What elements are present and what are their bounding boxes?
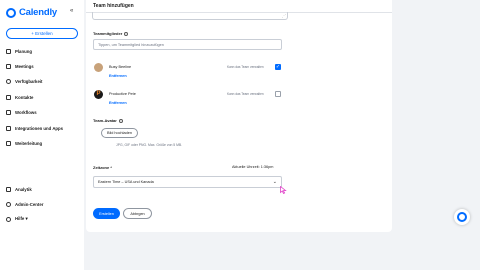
- help-icon: [6, 216, 11, 222]
- remove-member-link[interactable]: Entfernen: [109, 74, 127, 78]
- timezone-select[interactable]: Eastern Time – USA und Kanada ⌄: [93, 176, 282, 188]
- info-icon[interactable]: [118, 118, 123, 123]
- can-manage-checkbox[interactable]: [275, 91, 281, 97]
- create-button[interactable]: + Erstellen: [6, 28, 78, 39]
- sidebar-item-admin-center[interactable]: Admin-Center: [6, 199, 43, 209]
- upload-hint: JPG, GIF oder PNG. Max. Größe von 5 MB.: [116, 143, 183, 147]
- sidebar-item-workflows[interactable]: Workflows: [6, 107, 37, 117]
- sidebar-item-label: Analytik: [15, 186, 32, 192]
- member-name: Productive Pete: [109, 92, 136, 96]
- workflow-icon: [6, 109, 11, 115]
- sidebar-item-kontakte[interactable]: Kontakte: [6, 92, 33, 102]
- members-label-text: Teammitglieder: [93, 31, 123, 36]
- current-time: Aktuelle Uhrzeit: 1:36pm: [232, 165, 274, 169]
- members-search-placeholder: Tippen, um Teammitglied hinzuzufügen: [98, 42, 164, 47]
- member-name: Busy Beeline: [109, 65, 132, 69]
- cancel-button[interactable]: Abbrgen: [123, 208, 152, 219]
- sidebar-item-label: Meetings: [15, 63, 34, 69]
- create-team-button[interactable]: Erstellen: [93, 208, 120, 219]
- members-search-input[interactable]: Tippen, um Teammitglied hinzuzufügen: [93, 39, 282, 50]
- member-row: Busy Beeline Entfernen Kann das Team ver…: [93, 62, 283, 80]
- collapse-sidebar-icon[interactable]: «: [70, 8, 73, 14]
- timezone-label: Zeitzone *: [93, 165, 112, 170]
- admin-icon: [6, 201, 11, 207]
- timezone-value: Eastern Time – USA und Kanada: [98, 180, 154, 184]
- members-label: Teammitglieder: [93, 31, 129, 36]
- routing-icon: [6, 140, 11, 146]
- description-textarea[interactable]: ⋰: [92, 12, 288, 20]
- check-icon: ✓: [275, 63, 281, 70]
- link-icon: [6, 48, 11, 54]
- calendar-icon: [6, 63, 11, 69]
- contacts-icon: [6, 94, 11, 100]
- sidebar-item-weiterleitung[interactable]: Weiterleitung: [6, 138, 42, 148]
- mouse-cursor-icon: [280, 186, 287, 194]
- avatar: P: [94, 90, 103, 99]
- main-area: Team hinzufügen ⋰ Teammitglieder Tippen,…: [86, 0, 480, 270]
- sidebar-item-planung[interactable]: Planung: [6, 46, 32, 56]
- info-icon[interactable]: [124, 31, 129, 36]
- can-manage-label: Kann das Team verwalten: [227, 92, 264, 96]
- upload-image-button[interactable]: Bild hochladen: [101, 128, 138, 138]
- sidebar-item-label: Integrationen und Apps: [15, 125, 64, 131]
- sidebar-item-integrationen[interactable]: Integrationen und Apps: [6, 123, 63, 133]
- team-avatar-label: Team-Avatar: [93, 118, 123, 123]
- sidebar: Calendly « + Erstellen Planung Meetings …: [0, 0, 84, 270]
- help-chat-button[interactable]: [454, 209, 470, 225]
- calendly-logo-icon: [6, 7, 16, 18]
- sidebar-item-label: Kontakte: [15, 94, 34, 100]
- team-avatar-label-text: Team-Avatar: [93, 118, 117, 123]
- can-manage-checkbox[interactable]: ✓: [275, 64, 281, 70]
- calendly-logo-icon: [457, 212, 467, 222]
- sidebar-item-hilfe[interactable]: Hilfe ▾: [6, 214, 28, 224]
- member-row: P Productive Pete Entfernen Kann das Tea…: [93, 89, 283, 107]
- resize-grip-icon[interactable]: ⋰: [282, 13, 286, 18]
- apps-grid-icon: [6, 125, 11, 131]
- chevron-down-icon: ⌄: [272, 179, 277, 185]
- avatar: [94, 63, 103, 72]
- app-name: Calendly: [19, 7, 57, 18]
- add-team-panel: Team hinzufügen ⋰ Teammitglieder Tippen,…: [86, 0, 392, 232]
- can-manage-label: Kann das Team verwalten: [227, 65, 264, 69]
- clock-icon: [6, 78, 11, 84]
- sidebar-item-label: Hilfe ▾: [15, 216, 28, 221]
- calendly-logo[interactable]: Calendly: [6, 7, 57, 18]
- sidebar-item-meetings[interactable]: Meetings: [6, 61, 34, 71]
- analytics-icon: [6, 186, 11, 192]
- sidebar-item-label: Planung: [15, 48, 32, 54]
- sidebar-item-label: Admin-Center: [15, 201, 44, 207]
- sidebar-item-label: Workflows: [15, 109, 37, 115]
- sidebar-item-verfuegbarkeit[interactable]: Verfügbarkeit: [6, 76, 42, 86]
- sidebar-item-label: Weiterleitung: [15, 140, 43, 146]
- remove-member-link[interactable]: Entfernen: [109, 101, 127, 105]
- sidebar-item-label: Verfügbarkeit: [15, 78, 43, 84]
- sidebar-item-analytik[interactable]: Analytik: [6, 184, 32, 194]
